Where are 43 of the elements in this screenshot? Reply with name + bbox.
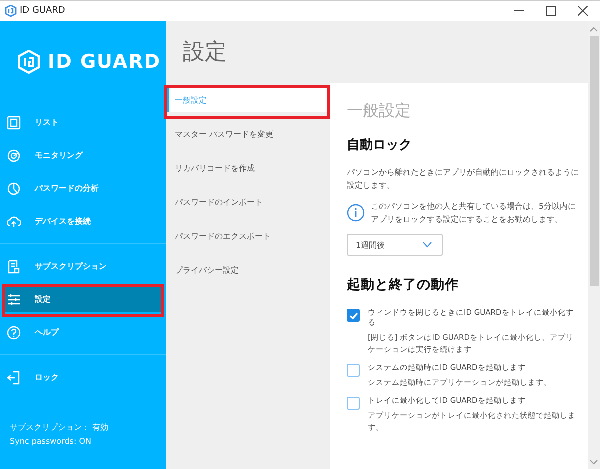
chevron-down-icon	[423, 242, 432, 248]
section-title: 自動ロック	[347, 137, 413, 154]
scrollbar-thumb[interactable]	[590, 36, 598, 286]
nav-item[interactable]: デバイスを接続	[5, 209, 161, 234]
section-heading: 一般設定	[347, 101, 412, 122]
app-icon	[5, 5, 17, 17]
help-icon	[7, 326, 21, 340]
nav-item[interactable]: 設定	[5, 287, 161, 312]
info-icon	[347, 204, 365, 222]
section-title: 起動と終了の動作	[347, 276, 460, 294]
checkbox[interactable]	[347, 309, 360, 322]
duration-dropdown[interactable]: 1週間後	[347, 234, 443, 256]
document-icon	[7, 260, 21, 274]
submenu-item[interactable]: マスター パスワードを変更	[167, 122, 327, 146]
window-title: ID GUARD	[20, 6, 66, 16]
settings-icon	[7, 292, 21, 306]
submenu-item[interactable]: リカバリコードを作成	[167, 156, 327, 180]
checkbox[interactable]	[347, 397, 360, 410]
nav-item[interactable]: モニタリング	[5, 143, 161, 168]
scroll-down-icon[interactable]	[590, 460, 598, 465]
submenu-item[interactable]: 一般設定	[167, 88, 327, 112]
logo-text: ID GUARD	[48, 51, 162, 73]
cloud-icon	[7, 214, 21, 228]
submenu-item[interactable]: パスワードのインポート	[167, 190, 327, 214]
close-icon[interactable]	[578, 6, 588, 16]
maximize-icon[interactable]	[546, 6, 556, 16]
submenu-item[interactable]: プライバシー設定	[167, 258, 327, 282]
nav-item[interactable]: サブスクリプション	[5, 254, 161, 279]
nav-item[interactable]: リスト	[5, 110, 161, 135]
clock-icon	[7, 182, 21, 196]
status-text: サブスクリプション： 有効	[10, 422, 110, 434]
radar-icon	[7, 148, 21, 162]
page-title: 設定	[183, 39, 227, 67]
checkbox[interactable]	[347, 364, 360, 377]
submenu-item[interactable]: パスワードのエクスポート	[167, 224, 327, 248]
status-text: Sync passwords: ON	[10, 436, 92, 448]
logout-icon	[7, 370, 21, 384]
logo-icon	[18, 50, 40, 74]
nav-item[interactable]: ヘルプ	[5, 320, 161, 345]
list-icon	[7, 116, 21, 130]
nav-item[interactable]: ロック	[5, 365, 161, 390]
nav-item[interactable]: パスワードの分析	[5, 176, 161, 201]
scroll-up-icon[interactable]	[590, 27, 598, 32]
